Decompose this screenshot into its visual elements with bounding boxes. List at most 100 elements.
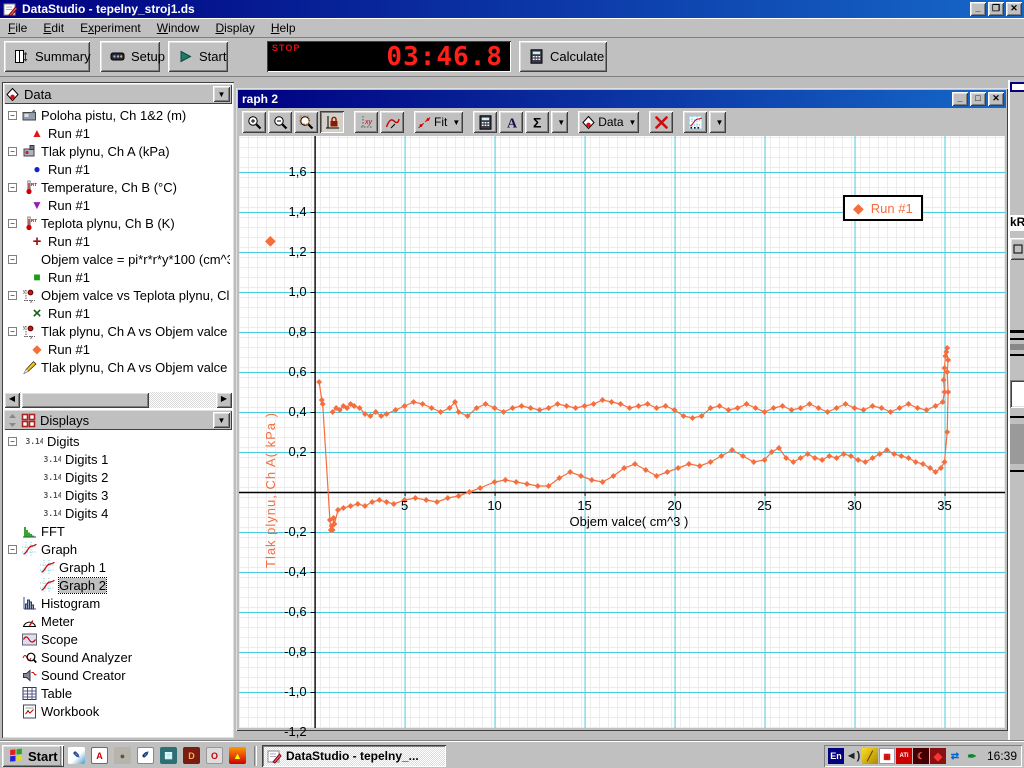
quicklaunch-acrobat-icon[interactable]: A	[91, 747, 108, 764]
graph-settings-button[interactable]	[683, 111, 707, 133]
quicklaunch-dragon-icon[interactable]: D	[183, 747, 200, 764]
data-run-item[interactable]: ■Run #1	[4, 268, 230, 286]
tree-expander[interactable]: −	[8, 255, 17, 264]
displays-panel-dropdown[interactable]: ▼	[213, 412, 230, 428]
data-run-item[interactable]: ▲Run #1	[4, 124, 230, 142]
display-item-sound-analyzer[interactable]: −Sound Analyzer	[4, 648, 230, 666]
quicklaunch-flame-icon[interactable]: ▲	[229, 747, 246, 764]
display-item-digits-4[interactable]: −3.14Digits 4	[4, 504, 230, 522]
displays-panel-header[interactable]: Displays ▼	[4, 410, 232, 430]
quicklaunch-notepad-icon[interactable]: ✎	[68, 747, 85, 764]
scroll-left-icon[interactable]: ◀	[4, 392, 20, 408]
tree-expander[interactable]: −	[8, 111, 17, 120]
display-item-histogram[interactable]: −Histogram	[4, 594, 230, 612]
graph-titlebar[interactable]: raph 2 _ □ ✕	[238, 90, 1006, 108]
start-button[interactable]: Start	[168, 41, 228, 72]
data-panel-header[interactable]: Data ▼	[4, 84, 232, 104]
data-panel-dropdown[interactable]: ▼	[213, 86, 230, 102]
display-item-graph[interactable]: −Graph	[4, 540, 230, 558]
app-titlebar[interactable]: DataStudio - tepelny_stroj1.ds _ ❐ ✕	[0, 0, 1024, 18]
data-source-item[interactable]: −yxTlak plynu, Ch A vs Objem valce	[4, 322, 230, 340]
display-item-graph-2[interactable]: −Graph 2	[4, 576, 230, 594]
scroll-right-icon[interactable]: ▶	[216, 392, 232, 408]
zoom-in-button[interactable]	[242, 111, 266, 133]
data-source-item[interactable]: −Objem valce = pi*r*r*y*100 (cm^3	[4, 250, 230, 268]
splitter-icon[interactable]	[4, 413, 20, 427]
minimize-button[interactable]: _	[970, 2, 986, 16]
tree-expander[interactable]: −	[8, 437, 17, 446]
display-item-digits-1[interactable]: −3.14Digits 1	[4, 450, 230, 468]
xy-tool-button[interactable]: xy	[354, 111, 378, 133]
tray-ati-icon[interactable]: ATi	[896, 748, 912, 764]
menu-edit[interactable]: Edit	[35, 19, 72, 37]
tray-devil-icon[interactable]: ☾	[913, 748, 929, 764]
tray-flash-icon[interactable]: ◆	[930, 748, 946, 764]
data-run-item[interactable]: ▼Run #1	[4, 196, 230, 214]
quicklaunch-writer-icon[interactable]: ✐	[137, 747, 154, 764]
quicklaunch-bird-icon[interactable]: ●	[114, 747, 131, 764]
display-item-graph-1[interactable]: −Graph 1	[4, 558, 230, 576]
legend[interactable]: ◆Run #1	[843, 195, 923, 221]
data-menu-button[interactable]: Data▼	[578, 111, 639, 133]
graph-maximize-button[interactable]: □	[970, 92, 986, 106]
tray-sync-arrows-icon[interactable]: ⇄	[947, 748, 963, 764]
tree-expander[interactable]: −	[8, 183, 17, 192]
tree-expander[interactable]: −	[8, 291, 17, 300]
data-source-item[interactable]: −RTDTeplota plynu, Ch B (K)	[4, 214, 230, 232]
restore-button[interactable]: ❐	[988, 2, 1004, 16]
smart-tool-button[interactable]	[380, 111, 404, 133]
quicklaunch-calculator-icon[interactable]: ▦	[160, 747, 177, 764]
calculate-button[interactable]	[473, 111, 497, 133]
tree-expander[interactable]: −	[8, 545, 17, 554]
start-menu-button[interactable]: Start	[2, 745, 64, 767]
display-item-digits-2[interactable]: −3.14Digits 2	[4, 468, 230, 486]
statistics-dropdown[interactable]: ▼	[551, 111, 568, 133]
data-run-item[interactable]: ×Run #1	[4, 304, 230, 322]
graph-settings-dropdown[interactable]: ▼	[709, 111, 726, 133]
menu-file[interactable]: File	[0, 19, 35, 37]
tree-expander[interactable]: −	[8, 147, 17, 156]
display-item-meter[interactable]: −Meter	[4, 612, 230, 630]
graph-minimize-button[interactable]: _	[952, 92, 968, 106]
zoom-select-button[interactable]	[294, 111, 318, 133]
scroll-thumb[interactable]	[21, 392, 149, 408]
display-item-table[interactable]: −Table	[4, 684, 230, 702]
data-source-item[interactable]: −yxObjem valce vs Teplota plynu, Cl	[4, 286, 230, 304]
close-button[interactable]: ✕	[1006, 2, 1022, 16]
graph-close-button[interactable]: ✕	[988, 92, 1004, 106]
quicklaunch-opera-icon[interactable]: O	[206, 747, 223, 764]
menu-experiment[interactable]: Experiment	[72, 19, 149, 37]
data-run-item[interactable]: +Run #1	[4, 232, 230, 250]
tray-scheduler-icon[interactable]: ▦	[879, 748, 895, 764]
tree-expander[interactable]: −	[8, 327, 17, 336]
delete-button[interactable]	[649, 111, 673, 133]
data-source-item[interactable]: −Tlak plynu, Ch A (kPa)	[4, 142, 230, 160]
data-run-item[interactable]: ●Run #1	[4, 160, 230, 178]
statistics-button[interactable]: Σ	[525, 111, 549, 133]
setup-button[interactable]: Setup	[100, 41, 160, 72]
display-item-sound-creator[interactable]: −Sound Creator	[4, 666, 230, 684]
display-item-digits[interactable]: −3.14Digits	[4, 432, 230, 450]
tray-speaker-icon[interactable]: ◄)	[845, 748, 861, 764]
tray-yellow-tool-icon[interactable]: ╱	[862, 748, 878, 764]
task-button-datastudio[interactable]: DataStudio - tepelny_...	[262, 745, 446, 767]
summary-button[interactable]: Summary	[4, 41, 90, 72]
menu-window[interactable]: Window	[149, 19, 208, 37]
calculate-button[interactable]: Calculate	[519, 41, 607, 72]
display-item-workbook[interactable]: −Workbook	[4, 702, 230, 720]
tray-pen-z-icon[interactable]: ✒	[964, 748, 980, 764]
tree-expander[interactable]: −	[8, 219, 17, 228]
fit-menu-button[interactable]: Fit▼	[414, 111, 463, 133]
display-item-scope[interactable]: −Scope	[4, 630, 230, 648]
data-run-item[interactable]: ◆Run #1	[4, 340, 230, 358]
display-item-digits-3[interactable]: −3.14Digits 3	[4, 486, 230, 504]
tray-lang-en-icon[interactable]: En	[828, 748, 844, 764]
zoom-out-button[interactable]	[268, 111, 292, 133]
data-source-item[interactable]: −RTDTemperature, Ch B (°C)	[4, 178, 230, 196]
plot-area[interactable]: 1,61,41,21,00,80,60,40,2-0,2-0,4-0,6-0,8…	[239, 136, 1005, 728]
scale-to-fit-button[interactable]	[320, 111, 344, 133]
data-source-item[interactable]: −Tlak plynu, Ch A vs Objem valce	[4, 358, 230, 376]
display-item-fft[interactable]: −FFT	[4, 522, 230, 540]
data-panel-hscrollbar[interactable]: ◀ ▶	[4, 392, 232, 408]
text-note-button[interactable]: A	[499, 111, 523, 133]
